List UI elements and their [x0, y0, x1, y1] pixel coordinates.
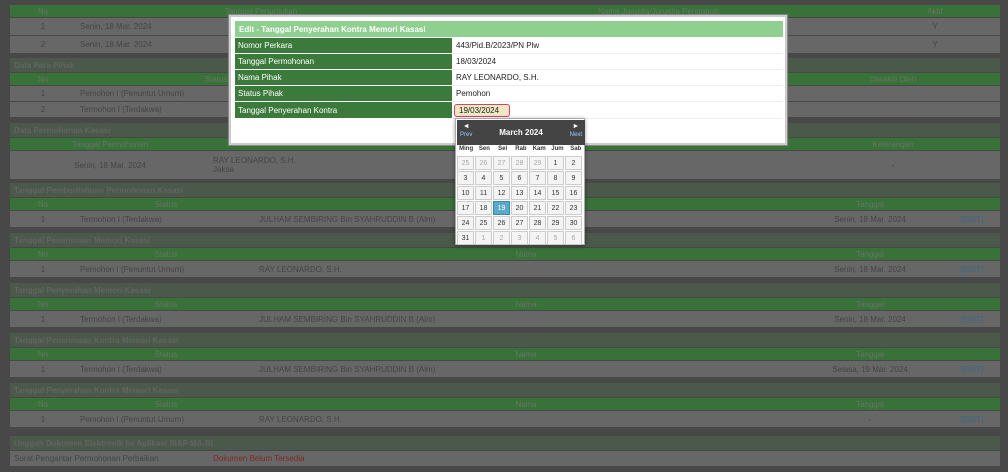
weekday-label: Rab	[515, 146, 527, 152]
datepicker-day[interactable]: 13	[511, 186, 528, 200]
datepicker-day[interactable]: 30	[565, 216, 582, 230]
datepicker-day[interactable]: 21	[529, 201, 546, 215]
next-label: Next	[569, 132, 582, 138]
datepicker-day[interactable]: 16	[565, 186, 582, 200]
field-label: Nomor Perkara	[235, 38, 452, 54]
datepicker-day[interactable]: 26	[475, 156, 492, 170]
field-status-pihak: Status Pihak Pemohon	[235, 86, 783, 102]
datepicker-day[interactable]: 4	[475, 171, 492, 185]
datepicker-day[interactable]: 18	[475, 201, 492, 215]
datepicker-day[interactable]: 20	[511, 201, 528, 215]
datepicker-day[interactable]: 28	[511, 156, 528, 170]
datepicker-day[interactable]: 14	[529, 186, 546, 200]
weekday-label: Sel	[498, 146, 508, 152]
weekday-label: Ming	[459, 146, 474, 152]
weekday-label: Sab	[570, 146, 582, 152]
modal-title: Edit - Tanggal Penyerahan Kontra Memori …	[235, 21, 783, 37]
field-nama-pihak: Nama Pihak RAY LEONARDO, S.H.	[235, 70, 783, 86]
field-label: Nama Pihak	[235, 70, 452, 86]
field-tanggal-penyerahan-kontra: Tanggal Penyerahan Kontra	[235, 102, 783, 119]
datepicker-day[interactable]: 15	[547, 186, 564, 200]
field-value: 443/Pid.B/2023/PN Plw	[452, 38, 783, 54]
datepicker-day[interactable]: 28	[529, 216, 546, 230]
datepicker-day[interactable]: 12	[493, 186, 510, 200]
field-value: 18/03/2024	[452, 54, 783, 70]
field-label: Status Pihak	[235, 86, 452, 102]
datepicker-month-label: March 2024	[499, 128, 543, 137]
datepicker-day[interactable]: 8	[547, 171, 564, 185]
datepicker-day[interactable]: 2	[565, 156, 582, 170]
weekday-label: Kam	[532, 146, 546, 152]
datepicker-day[interactable]: 25	[457, 156, 474, 170]
datepicker-day[interactable]: 5	[493, 171, 510, 185]
field-label: Tanggal Penyerahan Kontra	[235, 102, 452, 119]
datepicker: March 2024 ◄ Prev ► Next Ming Sen Sel Rab Ka…	[455, 118, 585, 245]
prev-label: Prev	[460, 132, 473, 138]
datepicker-day[interactable]: 23	[565, 201, 582, 215]
datepicker-next-button[interactable]: ► Next	[570, 123, 582, 139]
datepicker-day[interactable]: 17	[457, 201, 474, 215]
datepicker-day[interactable]: 3	[511, 231, 528, 245]
datepicker-day[interactable]: 29	[529, 156, 546, 170]
datepicker-day[interactable]: 7	[529, 171, 546, 185]
datepicker-header: March 2024 ◄ Prev ► Next	[457, 120, 585, 145]
field-value: Pemohon	[452, 86, 783, 102]
field-nomor-perkara: Nomor Perkara 443/Pid.B/2023/PN Plw	[235, 38, 783, 54]
datepicker-day[interactable]: 22	[547, 201, 564, 215]
datepicker-day[interactable]: 29	[547, 216, 564, 230]
prev-arrow-icon: ◄	[462, 123, 470, 130]
weekday-label: Sen	[478, 146, 490, 152]
datepicker-day[interactable]: 1	[475, 231, 492, 245]
datepicker-day[interactable]: 24	[457, 216, 474, 230]
field-label: Tanggal Permohonan	[235, 54, 452, 70]
datepicker-day[interactable]: 6	[511, 171, 528, 185]
datepicker-day[interactable]: 31	[457, 231, 474, 245]
datepicker-day[interactable]: 4	[529, 231, 546, 245]
datepicker-day[interactable]: 2	[493, 231, 510, 245]
datepicker-day[interactable]: 5	[547, 231, 564, 245]
datepicker-day[interactable]: 27	[493, 156, 510, 170]
datepicker-day-selected[interactable]: 19	[493, 201, 510, 215]
datepicker-day[interactable]: 3	[457, 171, 474, 185]
datepicker-day[interactable]: 1	[547, 156, 564, 170]
field-value	[452, 102, 783, 119]
datepicker-days: 25 26 27 28 29 1 2 3 4 5 6 7 8 9 10 11 12 13 14 15 16 17 18 19 2…	[457, 156, 585, 245]
datepicker-weekdays: Ming Sen Sel Rab Kam Jum Sab	[457, 146, 585, 155]
weekday-label: Jum	[551, 146, 564, 152]
datepicker-prev-button[interactable]: ◄ Prev	[460, 123, 472, 139]
field-tanggal-permohonan: Tanggal Permohonan 18/03/2024	[235, 54, 783, 70]
datepicker-day[interactable]: 25	[475, 216, 492, 230]
date-input[interactable]	[454, 103, 510, 117]
datepicker-day[interactable]: 11	[475, 186, 492, 200]
datepicker-day[interactable]: 26	[493, 216, 510, 230]
datepicker-day[interactable]: 6	[565, 231, 582, 245]
datepicker-day[interactable]: 9	[565, 171, 582, 185]
datepicker-day[interactable]: 10	[457, 186, 474, 200]
next-arrow-icon: ►	[572, 123, 580, 130]
datepicker-day[interactable]: 27	[511, 216, 528, 230]
field-value: RAY LEONARDO, S.H.	[452, 70, 783, 86]
